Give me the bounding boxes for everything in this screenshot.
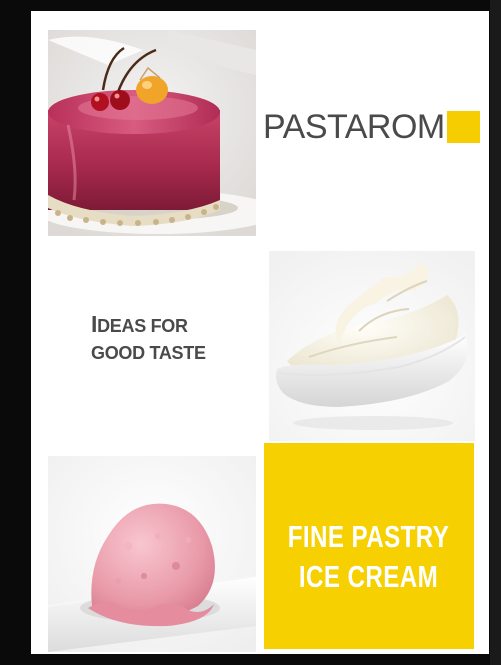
- cake-photo: [48, 30, 256, 236]
- frame-edge: [490, 0, 501, 665]
- brand-name: PASTAROM: [263, 108, 445, 146]
- tagline-line-1-rest: DEAS FOR: [97, 316, 188, 336]
- brand-logo: PASTAROM: [263, 107, 480, 147]
- promo-box: FINE PASTRY ICE CREAM: [264, 443, 474, 649]
- whipped-cream-photo: [269, 251, 475, 441]
- tagline-line-1: IDEAS FOR: [91, 311, 206, 340]
- brand-square-mark: [446, 111, 480, 143]
- promo-line-1: FINE PASTRY: [288, 519, 450, 554]
- tagline-line-2: GOOD TASTE: [91, 343, 206, 363]
- promo-line-2: ICE CREAM: [299, 559, 439, 594]
- tagline: IDEAS FOR GOOD TASTE: [91, 311, 206, 367]
- ice-cream-photo: [48, 456, 256, 652]
- poster-page: PASTAROM IDEAS FOR GOOD TASTE FINE PASTR…: [31, 11, 489, 654]
